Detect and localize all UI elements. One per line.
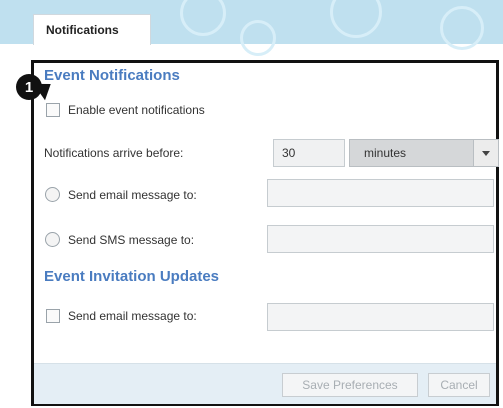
action-footer: Save Preferences Cancel [34, 363, 496, 404]
sms-number-input[interactable] [267, 225, 494, 253]
arrive-before-value-input[interactable]: 30 [273, 139, 345, 167]
dropdown-toggle[interactable] [473, 140, 498, 166]
section-title-event-notifications: Event Notifications [44, 67, 180, 84]
decorative-flower-icon [240, 20, 276, 56]
arrive-before-label: Notifications arrive before: [44, 146, 184, 160]
invitation-email-label: Send email message to: [68, 309, 197, 323]
save-preferences-button[interactable]: Save Preferences [282, 373, 418, 397]
save-preferences-label: Save Preferences [302, 378, 398, 392]
chevron-down-icon [482, 150, 490, 156]
decorative-flower-icon [180, 0, 226, 36]
arrive-before-unit-select[interactable]: minutes [349, 139, 499, 167]
enable-event-notifications-checkbox[interactable] [46, 103, 60, 117]
callout-number: 1 [24, 78, 34, 96]
decorative-flower-icon [440, 6, 484, 50]
notifications-panel: Event Notifications Enable event notific… [31, 60, 499, 406]
decorative-flower-icon [330, 0, 382, 38]
tab-notifications[interactable]: Notifications [33, 14, 151, 45]
send-sms-radio[interactable] [45, 232, 60, 247]
callout-badge: 1 [16, 74, 42, 100]
arrive-before-unit-value: minutes [364, 146, 407, 160]
tab-label: Notifications [46, 23, 119, 37]
invitation-email-input[interactable] [267, 303, 494, 331]
invitation-email-checkbox[interactable] [46, 309, 60, 323]
email-address-input[interactable] [267, 179, 494, 207]
cancel-label: Cancel [440, 378, 478, 392]
send-sms-label: Send SMS message to: [68, 233, 195, 247]
send-email-label: Send email message to: [68, 188, 197, 202]
send-email-radio[interactable] [45, 187, 60, 202]
cancel-button[interactable]: Cancel [428, 373, 490, 397]
enable-event-notifications-label: Enable event notifications [68, 103, 205, 117]
arrive-before-value: 30 [282, 146, 296, 160]
section-title-invitation-updates: Event Invitation Updates [44, 268, 220, 285]
